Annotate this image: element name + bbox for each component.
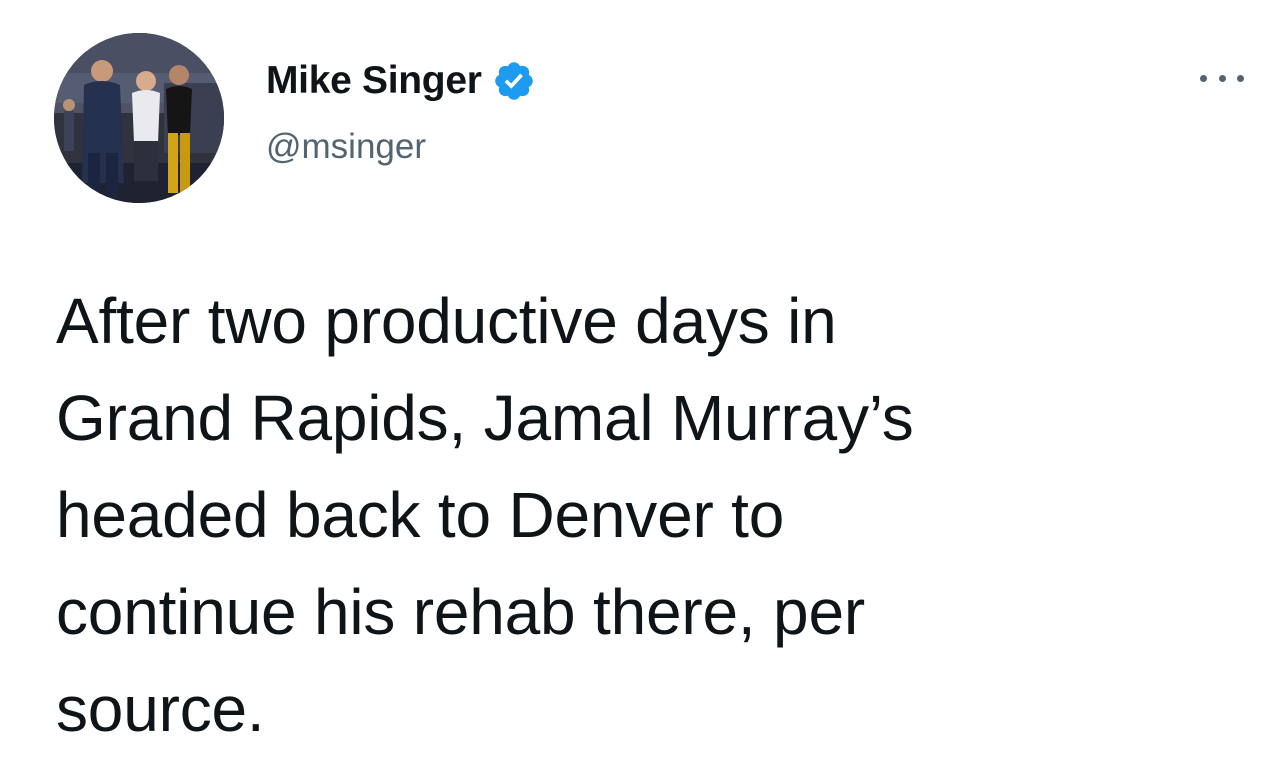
tweet-header: Mike Singer @msinger (266, 55, 536, 167)
more-horizontal-icon-dot (1218, 74, 1226, 82)
profile-photo-icon (54, 33, 224, 203)
more-horizontal-icon-dot (1200, 74, 1207, 82)
more-options-button[interactable] (1200, 68, 1244, 88)
tweet-text: After two productive days in Grand Rapid… (56, 285, 914, 745)
more-horizontal-icon-dot (1237, 74, 1244, 82)
verified-badge-icon (492, 59, 536, 103)
author-display-name[interactable]: Mike Singer (266, 59, 482, 103)
tweet-card: Mike Singer @msinger After two productiv… (0, 0, 1282, 778)
author-handle[interactable]: @msinger (266, 127, 536, 167)
name-row: Mike Singer (266, 55, 536, 107)
author-avatar[interactable] (54, 33, 224, 203)
